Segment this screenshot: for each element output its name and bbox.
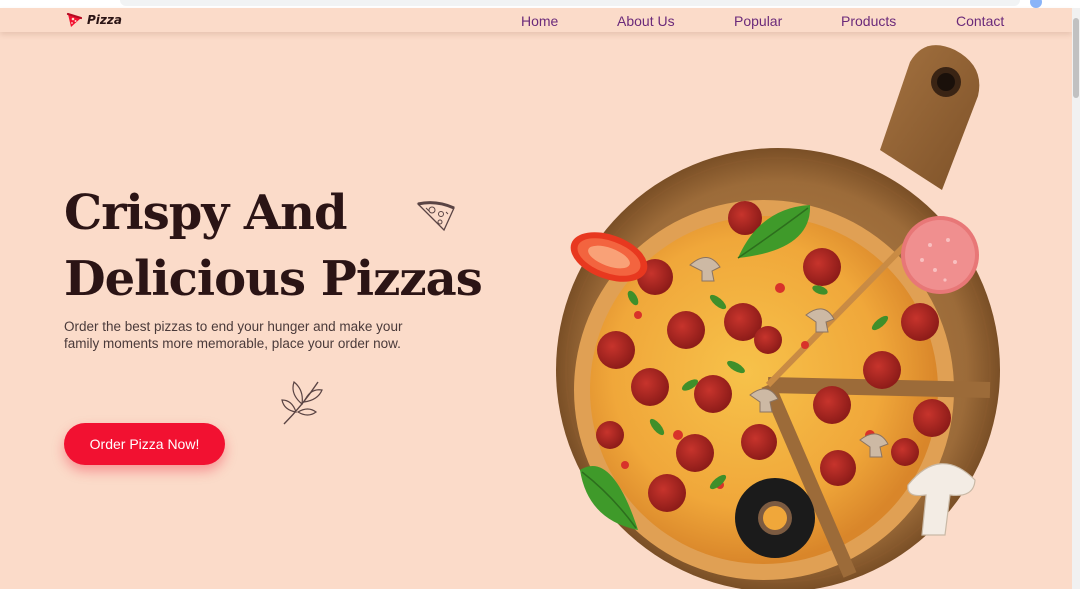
pizza-on-wooden-board-image bbox=[556, 45, 1000, 589]
hero-description: Order the best pizzas to end your hunger… bbox=[64, 319, 403, 351]
profile-icon[interactable] bbox=[1030, 0, 1042, 8]
nav-about-us[interactable]: About Us bbox=[617, 13, 675, 29]
order-pizza-button[interactable]: Order Pizza Now! bbox=[64, 423, 225, 465]
nav-popular[interactable]: Popular bbox=[734, 13, 782, 29]
nav-home[interactable]: Home bbox=[521, 13, 558, 29]
site-header: Pizza Home About Us Popular Products Con… bbox=[0, 8, 1072, 32]
nav-contact[interactable]: Contact bbox=[956, 13, 1004, 29]
browser-chrome-edge bbox=[0, 0, 1080, 8]
landing-page: Pizza Home About Us Popular Products Con… bbox=[0, 0, 1080, 589]
hero-title-line-2: Delicious Pizzas bbox=[64, 251, 483, 307]
nav-products[interactable]: Products bbox=[841, 13, 896, 29]
address-bar[interactable] bbox=[120, 0, 1020, 6]
leaf-doodle-icon bbox=[281, 380, 323, 425]
page-scrollbar[interactable] bbox=[1072, 8, 1080, 589]
main-nav: Home About Us Popular Products Contact bbox=[0, 13, 1080, 29]
scrollbar-thumb[interactable] bbox=[1073, 18, 1079, 98]
pizza-slice-doodle-icon bbox=[416, 201, 455, 232]
